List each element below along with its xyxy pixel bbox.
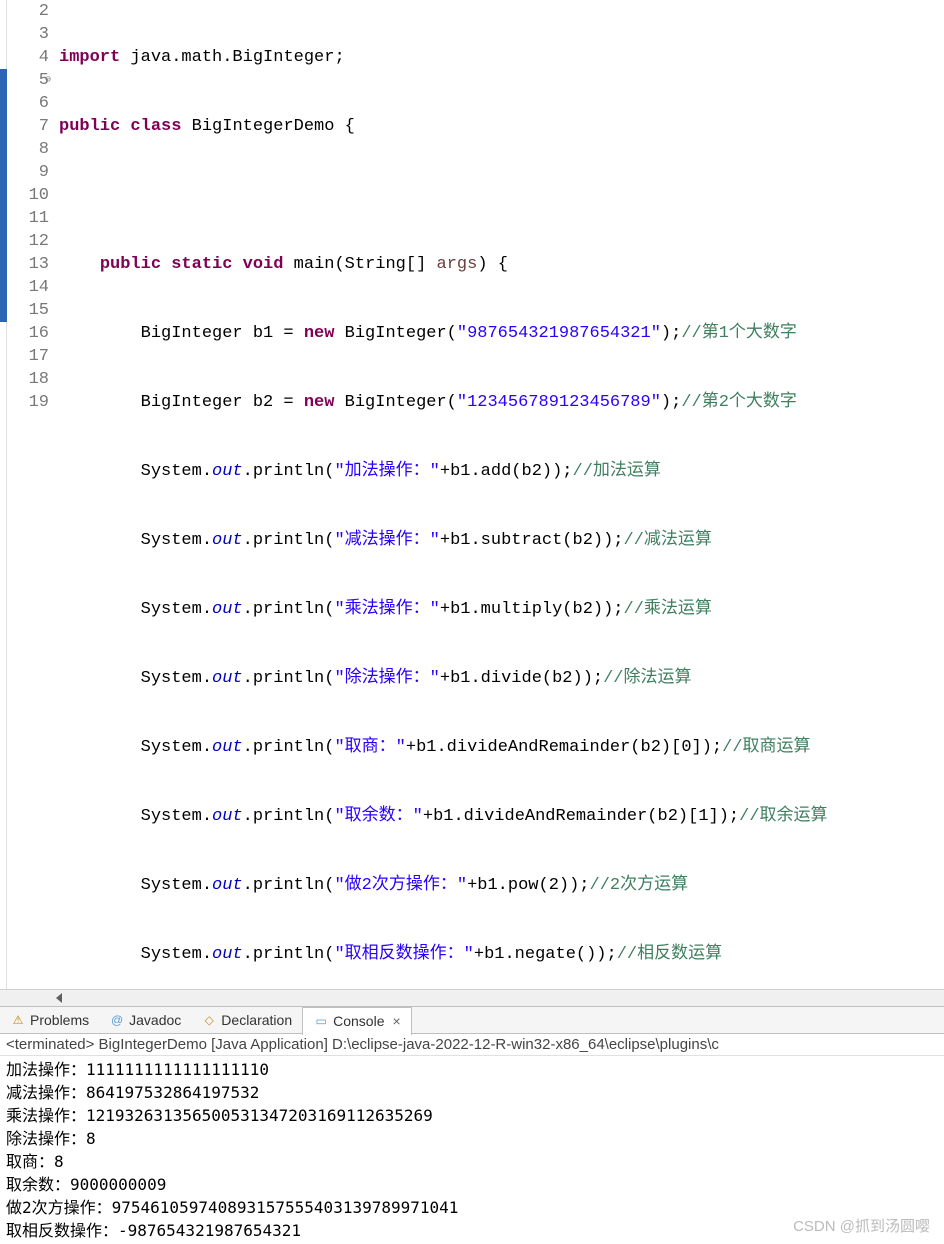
keyword: import	[59, 48, 120, 67]
line-number: 4	[7, 46, 49, 69]
breakpoint-ruler[interactable]	[0, 0, 7, 989]
code-editor[interactable]: 2345678910111213141516171819 import java…	[0, 0, 944, 989]
line-number: 14	[7, 276, 49, 299]
keyword: void	[243, 255, 284, 274]
console-line: 取余数：9000000009	[6, 1173, 938, 1196]
breakpoint-marker[interactable]	[0, 69, 7, 92]
breakpoint-marker[interactable]	[0, 299, 7, 322]
breakpoint-marker[interactable]	[0, 253, 7, 276]
line-number: 19	[7, 391, 49, 414]
breakpoint-marker[interactable]	[0, 161, 7, 184]
console-icon: ▭	[313, 1013, 329, 1029]
line-number: 2	[7, 0, 49, 23]
breakpoint-marker[interactable]	[0, 276, 7, 299]
line-number: 5	[7, 69, 49, 92]
line-number-gutter: 2345678910111213141516171819	[7, 0, 55, 989]
problems-icon: ⚠	[10, 1012, 26, 1028]
console-line: 加法操作：1111111111111111110	[6, 1058, 938, 1081]
code-content[interactable]: import java.math.BigInteger; public clas…	[55, 0, 944, 989]
bottom-tabs-bar: ⚠ Problems @ Javadoc ◇ Declaration ▭ Con…	[0, 1006, 944, 1034]
console-line: 乘法操作：12193263135650053134720316911263526…	[6, 1104, 938, 1127]
keyword: public	[100, 255, 161, 274]
tab-problems[interactable]: ⚠ Problems	[0, 1006, 99, 1034]
scroll-left-icon[interactable]	[56, 993, 62, 1003]
tab-declaration[interactable]: ◇ Declaration	[191, 1006, 302, 1034]
breakpoint-marker[interactable]	[0, 115, 7, 138]
code-text: ) {	[477, 255, 508, 274]
tab-label: Problems	[30, 1012, 89, 1028]
line-number: 17	[7, 345, 49, 368]
tab-console[interactable]: ▭ Console ×	[302, 1007, 412, 1035]
keyword: class	[130, 117, 181, 136]
line-number: 9	[7, 161, 49, 184]
keyword: static	[171, 255, 232, 274]
tab-label: Console	[333, 1013, 384, 1029]
breakpoint-marker[interactable]	[0, 207, 7, 230]
tab-label: Declaration	[221, 1012, 292, 1028]
line-number: 7	[7, 115, 49, 138]
line-number: 6	[7, 92, 49, 115]
code-text: java.math.BigInteger;	[120, 48, 344, 67]
line-number: 15	[7, 299, 49, 322]
close-icon[interactable]: ×	[393, 1013, 401, 1029]
declaration-icon: ◇	[201, 1012, 217, 1028]
tab-label: Javadoc	[129, 1012, 181, 1028]
line-number: 16	[7, 322, 49, 345]
line-number: 18	[7, 368, 49, 391]
tab-javadoc[interactable]: @ Javadoc	[99, 1006, 191, 1034]
breakpoint-marker[interactable]	[0, 138, 7, 161]
javadoc-icon: @	[109, 1012, 125, 1028]
line-number: 12	[7, 230, 49, 253]
console-line: 取商：8	[6, 1150, 938, 1173]
line-number: 10	[7, 184, 49, 207]
line-number: 11	[7, 207, 49, 230]
console-status: <terminated> BigIntegerDemo [Java Applic…	[0, 1034, 944, 1056]
watermark: CSDN @抓到汤圆嘤	[793, 1215, 930, 1236]
breakpoint-marker[interactable]	[0, 92, 7, 115]
horizontal-scrollbar[interactable]	[0, 989, 944, 1006]
breakpoint-marker[interactable]	[0, 184, 7, 207]
code-text: main(String[]	[283, 255, 436, 274]
line-number: 3	[7, 23, 49, 46]
line-number: 13	[7, 253, 49, 276]
param: args	[437, 255, 478, 274]
code-text: BigIntegerDemo {	[181, 117, 354, 136]
keyword: public	[59, 117, 120, 136]
line-number: 8	[7, 138, 49, 161]
console-line: 减法操作：864197532864197532	[6, 1081, 938, 1104]
breakpoint-marker[interactable]	[0, 230, 7, 253]
console-line: 除法操作：8	[6, 1127, 938, 1150]
